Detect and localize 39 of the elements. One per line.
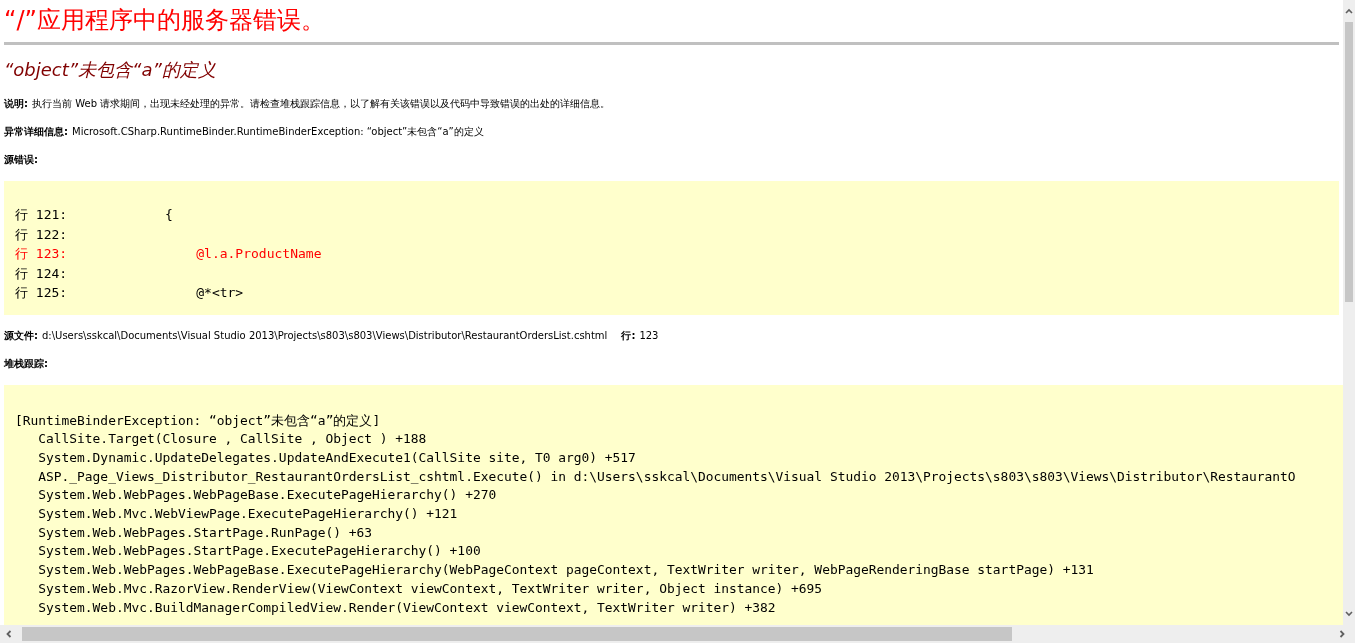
- code-text: @*<tr>: [195, 284, 244, 302]
- code-text: @l.a.ProductName: [195, 245, 322, 263]
- scroll-up-icon[interactable]: [1344, 6, 1354, 16]
- field-label: 异常详细信息:: [4, 126, 68, 137]
- stack-trace-line: System.Web.WebPages.StartPage.RunPage() +63: [37, 523, 373, 542]
- horizontal-scrollbar[interactable]: [0, 625, 1355, 643]
- scroll-down-icon[interactable]: [1344, 609, 1354, 619]
- field-label: 源文件:: [4, 329, 38, 341]
- stack-trace-line: System.Web.Mvc.BuildManagerCompiledView.Render(ViewContext viewContext, TextWriter writer) +382: [37, 598, 777, 617]
- scrollbar-thumb[interactable]: [1345, 22, 1353, 302]
- stack-trace-line: System.Web.WebPages.StartPage.ExecutePageHierarchy() +100: [37, 542, 482, 561]
- file-path: d:\Users\sskcal\Documents\Visual Studio 2013\Projects\s803\s803\Views\Distributor\RestaurantOrdersList.cshtml: [42, 329, 608, 341]
- field-label: 行:: [621, 329, 636, 341]
- exception-text: Microsoft.CSharp.RuntimeBinder.RuntimeBinderException: “object”未包含“a”的定义: [72, 126, 484, 137]
- vertical-scrollbar[interactable]: [1343, 0, 1355, 625]
- code-text: {: [163, 206, 173, 224]
- line-number: 行 125:: [15, 284, 69, 302]
- stack-trace-line: System.Dynamic.UpdateDelegates.UpdateAndExecute1(CallSite site, T0 arg0) +517: [37, 448, 637, 467]
- page-title: “/”应用程序中的服务器错误。: [4, 5, 326, 36]
- error-heading: “object”未包含“a”的定义: [4, 58, 217, 82]
- line-number: 行 124:: [15, 264, 69, 283]
- field-label: 说明:: [4, 98, 28, 109]
- field-label: 堆栈跟踪:: [4, 357, 48, 369]
- stack-trace-line: System.Web.Mvc.WebViewPage.ExecutePageHierarchy() +121: [37, 505, 459, 523]
- line-number: 行 122:: [15, 225, 69, 244]
- stack-trace-line: [RuntimeBinderException: “object”未包含“a”的定义]: [15, 411, 382, 430]
- stack-trace-line: CallSite.Target(Closure , CallSite , Object ) +188: [37, 430, 428, 449]
- description-text: 执行当前 Web 请求期间，出现未经处理的异常。请检查堆栈跟踪信息，以了解有关该错误以及代码中导致错误的出处的详细信息。: [32, 98, 611, 109]
- field-label: 源错误:: [4, 154, 38, 165]
- scroll-right-icon[interactable]: [1337, 629, 1347, 639]
- line-value: 123: [639, 329, 659, 341]
- stack-trace-line: ASP._Page_Views_Distributor_RestaurantOrdersList_cshtml.Execute() in d:\Users\sskcal\Documents\Visual Studio 2013\Projects\s803\s803\Views\Distributor\RestaurantO: [37, 467, 1297, 486]
- line-number: 行 123:: [15, 245, 69, 263]
- stack-trace-line: System.Web.WebPages.WebPageBase.ExecutePageHierarchy(WebPageContext pageContext, TextWriter writer, WebPageRenderingBase startPage) +131: [37, 561, 1095, 580]
- stack-trace-line: System.Web.Mvc.RazorView.RenderView(ViewContext viewContext, TextWriter writer, Object instance) +695: [37, 579, 824, 598]
- scrollbar-thumb[interactable]: [22, 627, 1012, 641]
- stack-trace-line: System.Web.WebPages.WebPageBase.ExecutePageHierarchy() +270: [37, 486, 498, 505]
- scroll-left-icon[interactable]: [4, 629, 14, 639]
- line-number: 行 121:: [15, 206, 69, 224]
